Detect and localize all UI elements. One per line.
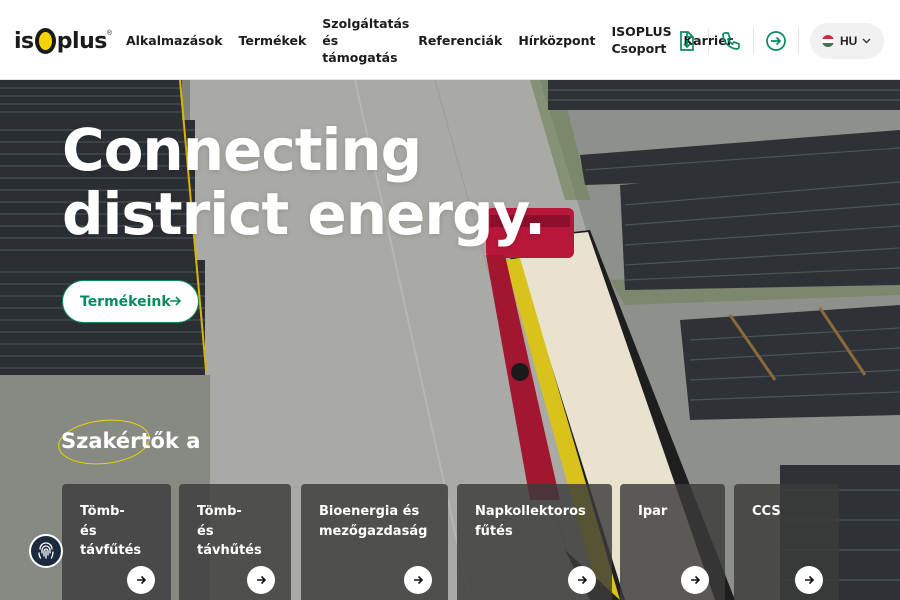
card-arrow-button[interactable] (404, 566, 432, 594)
nav-item-isoplus-csoport[interactable]: ISOPLUS Csoport (603, 23, 675, 57)
nav-item-hirkozpont[interactable]: Hírközpont (510, 32, 603, 49)
arrow-right-icon (137, 575, 147, 585)
isoplus-logo[interactable]: is plus ® (14, 22, 112, 60)
phone-icon[interactable] (717, 27, 745, 55)
fingerprint-icon[interactable] (29, 534, 63, 568)
chevron-down-icon (862, 38, 871, 44)
experts-heading: Szakértők a (61, 429, 201, 453)
login-icon[interactable] (762, 27, 790, 55)
arrow-right-icon (414, 575, 424, 585)
card-label: Tömb- és távfűtés (80, 504, 142, 558)
card-tomb-es-tavhutes[interactable]: Tömb- és távhűtés (179, 484, 291, 600)
hero-section: Connecting district energy. Termékeink S… (0, 80, 900, 600)
nav-item-referenciak[interactable]: Referenciák (410, 32, 510, 49)
arrow-right-icon (170, 296, 182, 306)
card-arrow-button[interactable] (568, 566, 596, 594)
card-ccs[interactable]: CCS (734, 484, 839, 600)
icon-separator (708, 28, 709, 54)
arrow-right-icon (578, 575, 588, 585)
card-bioenergia[interactable]: Bioenergia és mezőgazdaság (301, 484, 448, 600)
card-arrow-button[interactable] (681, 566, 709, 594)
icon-separator (798, 28, 799, 54)
site-header: is plus ® Alkalmazások Termékek Szolgált… (0, 0, 900, 80)
nav-item-szolgaltatas[interactable]: Szolgáltatás és támogatás (314, 15, 410, 66)
hero-title: Connecting district energy. (62, 116, 546, 248)
logo-registered-mark: ® (106, 30, 112, 37)
card-napkollektoros-futes[interactable]: Napkollektoros fűtés (457, 484, 612, 600)
card-label: Tömb- és távhűtés (197, 504, 262, 558)
card-arrow-button[interactable] (795, 566, 823, 594)
hungary-flag-icon (822, 35, 834, 47)
logo-text-right: plus (56, 28, 108, 54)
card-label: Bioenergia és mezőgazdaság (319, 504, 428, 539)
hero-title-line-2: district energy. (62, 180, 546, 248)
language-selector[interactable]: HU (810, 23, 884, 59)
card-tomb-es-tavfutes[interactable]: Tömb- és távfűtés (62, 484, 171, 600)
products-cta-button[interactable]: Termékeink (62, 280, 199, 323)
arrow-right-icon (805, 575, 815, 585)
main-nav: Alkalmazások Termékek Szolgáltatás és tá… (118, 0, 741, 80)
nav-item-termekek[interactable]: Termékek (231, 32, 315, 49)
language-code: HU (840, 34, 858, 48)
icon-separator (753, 28, 754, 54)
nav-item-alkalmazasok[interactable]: Alkalmazások (118, 32, 231, 49)
logo-dot (34, 28, 56, 54)
arrow-right-icon (691, 575, 701, 585)
card-arrow-button[interactable] (247, 566, 275, 594)
card-label: Napkollektoros fűtés (475, 504, 586, 539)
hero-title-line-1: Connecting (62, 116, 422, 184)
card-label: CCS (752, 504, 781, 519)
logo-text-left: is (14, 28, 34, 54)
cta-label: Termékeink (80, 293, 171, 310)
download-icon[interactable] (672, 27, 700, 55)
card-ipar[interactable]: Ipar (620, 484, 725, 600)
card-label: Ipar (638, 504, 668, 519)
card-arrow-button[interactable] (127, 566, 155, 594)
arrow-right-icon (257, 575, 267, 585)
